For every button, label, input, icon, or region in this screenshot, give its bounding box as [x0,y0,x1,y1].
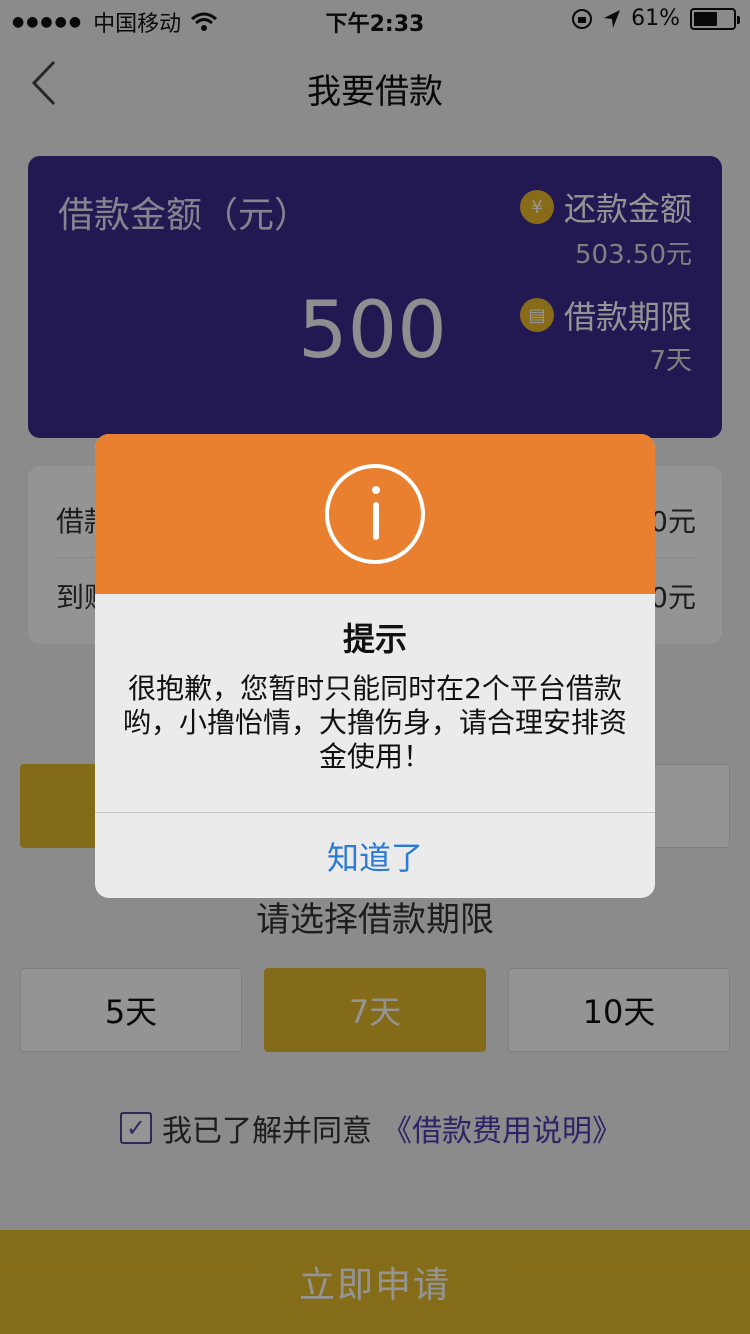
dialog-title: 提示 [342,620,407,658]
dialog-ok-button[interactable]: 知道了 [95,813,655,898]
dialog-message: 很抱歉，您暂时只能同时在2个平台借款哟，小撸怡情，大撸伤身，请合理安排资金使用！ [122,672,627,773]
dialog-header [95,434,655,594]
alert-dialog: 提示 很抱歉，您暂时只能同时在2个平台借款哟，小撸怡情，大撸伤身，请合理安排资金… [95,434,655,898]
info-icon [325,464,425,564]
